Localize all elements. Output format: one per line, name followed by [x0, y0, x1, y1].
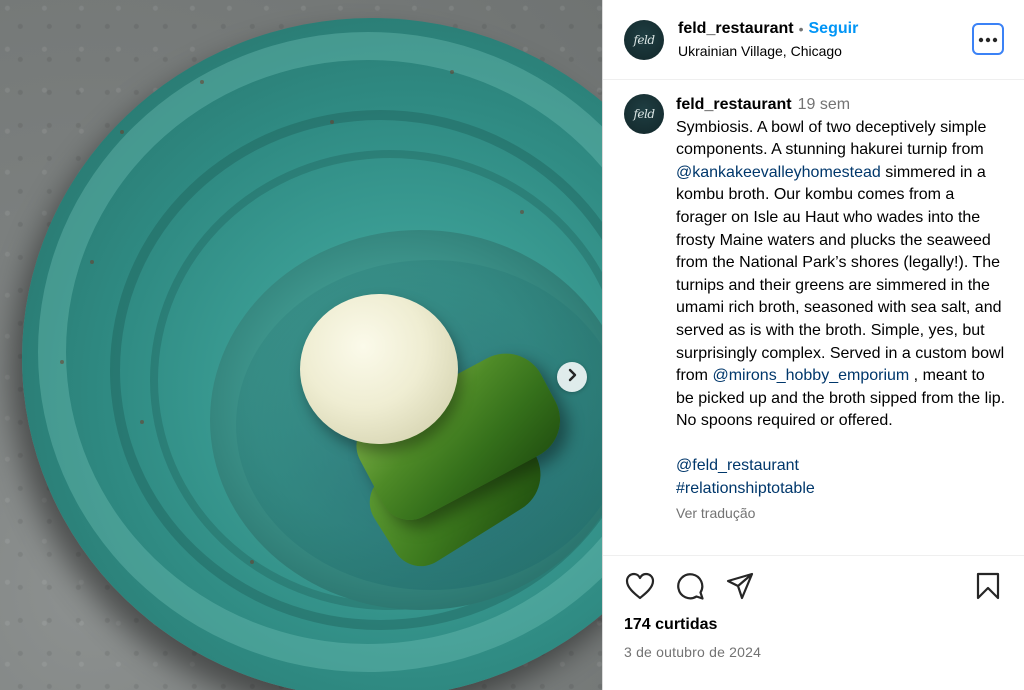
- glaze-speck: [90, 260, 94, 264]
- avatar-logo-text: feld: [633, 107, 655, 121]
- post-footer: 174 curtidas 3 de outubro de 2024: [603, 555, 1024, 690]
- mention-link[interactable]: @mirons_hobby_emporium: [712, 367, 909, 384]
- glaze-speck: [120, 130, 124, 134]
- follow-button[interactable]: Seguir: [809, 19, 859, 40]
- avatar-logo-text: feld: [633, 32, 655, 47]
- caption-timestamp[interactable]: 19 sem: [798, 96, 850, 113]
- comment-button[interactable]: [674, 572, 706, 604]
- separator-dot: •: [798, 21, 804, 38]
- post-dialog: feld feld_restaurant • Seguir Ukrainian …: [0, 0, 1024, 690]
- heart-icon: [625, 572, 655, 605]
- post-header: feld feld_restaurant • Seguir Ukrainian …: [603, 0, 1024, 80]
- post-photo: [0, 0, 602, 690]
- save-button[interactable]: [972, 572, 1004, 604]
- avatar[interactable]: feld: [624, 94, 664, 134]
- next-image-button[interactable]: [557, 362, 587, 392]
- hashtag-link[interactable]: #relationshiptotable: [676, 478, 1006, 501]
- glaze-speck: [250, 560, 254, 564]
- caption-text: simmered in a kombu broth. Our kombu com…: [676, 163, 1005, 385]
- glaze-speck: [60, 360, 64, 364]
- comments-section[interactable]: feld feld_restaurant 19 sem Symbiosis. A …: [603, 80, 1024, 555]
- see-translation-button[interactable]: Ver tradução: [676, 502, 1006, 525]
- likes-count[interactable]: 174 curtidas: [624, 616, 1004, 634]
- hakurei-turnip: [300, 294, 458, 444]
- bookmark-icon: [976, 572, 1000, 605]
- username-link[interactable]: feld_restaurant: [678, 19, 794, 40]
- post-caption: feld feld_restaurant 19 sem Symbiosis. A …: [624, 94, 1008, 525]
- mention-link[interactable]: @kankakeevalleyhomestead: [676, 164, 881, 181]
- chevron-right-icon: [565, 368, 579, 387]
- glaze-speck: [520, 210, 524, 214]
- avatar[interactable]: feld: [624, 19, 664, 60]
- glaze-speck: [450, 70, 454, 74]
- caption-text: Symbiosis. A bowl of two deceptively sim…: [676, 118, 987, 159]
- location-link[interactable]: Ukrainian Village, Chicago: [678, 42, 858, 60]
- glaze-speck: [330, 120, 334, 124]
- share-button[interactable]: [724, 572, 756, 604]
- header-row: feld_restaurant • Seguir: [678, 19, 858, 40]
- post-header-meta: feld_restaurant • Seguir Ukrainian Villa…: [678, 19, 858, 60]
- post-details-panel: feld feld_restaurant • Seguir Ukrainian …: [602, 0, 1024, 690]
- more-options-icon: [978, 30, 998, 48]
- comment-icon: [675, 571, 705, 606]
- glaze-speck: [140, 420, 144, 424]
- post-date[interactable]: 3 de outubro de 2024: [624, 644, 1004, 660]
- share-icon: [726, 572, 754, 605]
- like-button[interactable]: [624, 572, 656, 604]
- caption-body: feld_restaurant 19 sem Symbiosis. A bowl …: [676, 94, 1006, 525]
- action-bar: [624, 556, 1004, 620]
- mention-link[interactable]: @feld_restaurant: [676, 455, 1006, 478]
- caption-username-link[interactable]: feld_restaurant: [676, 96, 792, 113]
- more-options-button[interactable]: [972, 23, 1004, 55]
- glaze-speck: [200, 80, 204, 84]
